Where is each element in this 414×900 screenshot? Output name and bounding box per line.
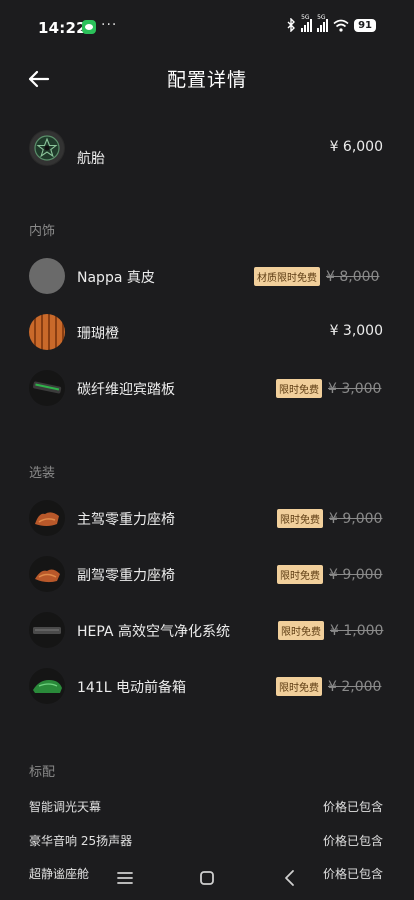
more-notifications-icon: ··· [101, 17, 118, 33]
status-indicators: 5G 5G 91 [287, 14, 376, 32]
front-trunk-thumbnail [29, 668, 65, 704]
promo-group: 限时免费 ¥ 2,000 [276, 677, 381, 696]
system-nav-bar [0, 856, 414, 900]
item-label: 主驾零重力座椅 [77, 512, 175, 528]
standard-item: 豪华音响 25扬声器 价格已包含 [0, 832, 414, 852]
item-label: 碳纤维迎宾踏板 [77, 382, 175, 398]
promo-group: 限时免费 ¥ 1,000 [278, 621, 383, 640]
item-price: ¥ 3,000 [329, 323, 383, 339]
status-time: 14:22 [38, 19, 87, 37]
item-price: ¥ 6,000 [329, 139, 383, 155]
driver-seat-thumbnail [29, 500, 65, 536]
header: 配置详情 [0, 56, 414, 102]
section-title-options: 选装 [29, 466, 56, 481]
item-label: 副驾零重力座椅 [77, 568, 175, 584]
free-badge: 限时免费 [277, 565, 323, 584]
item-label: HEPA 高效空气净化系统 [77, 624, 230, 640]
original-price: ¥ 8,000 [326, 268, 380, 285]
list-item: HEPA 高效空气净化系统 限时免费 ¥ 1,000 [0, 608, 414, 652]
list-item: 碳纤维迎宾踏板 限时免费 ¥ 3,000 [0, 366, 414, 410]
carbon-sill-thumbnail [29, 370, 65, 406]
nappa-leather-thumbnail [29, 258, 65, 294]
wheel-thumbnail [29, 130, 65, 166]
page-title: 配置详情 [166, 69, 247, 91]
free-badge: 限时免费 [276, 677, 322, 696]
standard-item: 智能调光天幕 价格已包含 [0, 798, 414, 818]
air-purifier-thumbnail [29, 612, 65, 648]
item-label: 航胎 [77, 151, 105, 167]
promo-group: 限时免费 ¥ 9,000 [277, 565, 382, 584]
free-badge: 限时免费 [276, 379, 322, 398]
passenger-seat-thumbnail [29, 556, 65, 592]
promo-group: 限时免费 ¥ 9,000 [277, 509, 382, 528]
original-price: ¥ 1,000 [330, 622, 384, 639]
free-badge: 限时免费 [278, 621, 324, 640]
standard-item-label: 智能调光天幕 [29, 800, 102, 814]
free-badge: 材质限时免费 [254, 267, 320, 286]
status-bar: 14:22 ··· 5G 5G 91 [0, 0, 414, 56]
original-price: ¥ 3,000 [328, 380, 382, 397]
menu-icon[interactable] [113, 866, 137, 890]
original-price: ¥ 9,000 [329, 510, 383, 527]
standard-item-value: 价格已包含 [322, 834, 383, 848]
signal-icon-1: 5G [301, 14, 313, 32]
wechat-icon [82, 20, 96, 34]
original-price: ¥ 9,000 [329, 566, 383, 583]
promo-group: 限时免费 ¥ 3,000 [276, 379, 381, 398]
item-label: 珊瑚橙 [77, 326, 119, 342]
section-title-interior: 内饰 [29, 224, 56, 239]
chevron-left-icon[interactable] [278, 866, 302, 890]
item-label: 141L 电动前备箱 [77, 680, 186, 696]
original-price: ¥ 2,000 [328, 678, 382, 695]
signal-icon-2: 5G [317, 14, 329, 32]
list-item-wheel: 航胎 ¥ 6,000 [0, 126, 414, 170]
promo-group: 材质限时免费 ¥ 8,000 [254, 267, 379, 286]
bluetooth-icon [287, 18, 296, 32]
standard-item-value: 价格已包含 [322, 800, 383, 814]
wifi-icon [333, 19, 349, 32]
standard-item-label: 豪华音响 25扬声器 [29, 834, 133, 848]
list-item: 副驾零重力座椅 限时免费 ¥ 9,000 [0, 552, 414, 596]
item-label: Nappa 真皮 [77, 270, 155, 286]
list-item: 主驾零重力座椅 限时免费 ¥ 9,000 [0, 496, 414, 540]
free-badge: 限时免费 [277, 509, 323, 528]
list-item: 珊瑚橙 ¥ 3,000 [0, 310, 414, 354]
list-item: 141L 电动前备箱 限时免费 ¥ 2,000 [0, 664, 414, 708]
home-icon[interactable] [195, 866, 219, 890]
section-title-standard: 标配 [29, 765, 56, 780]
battery-icon: 91 [354, 18, 376, 32]
list-item: Nappa 真皮 材质限时免费 ¥ 8,000 [0, 254, 414, 298]
coral-orange-thumbnail [29, 314, 65, 350]
